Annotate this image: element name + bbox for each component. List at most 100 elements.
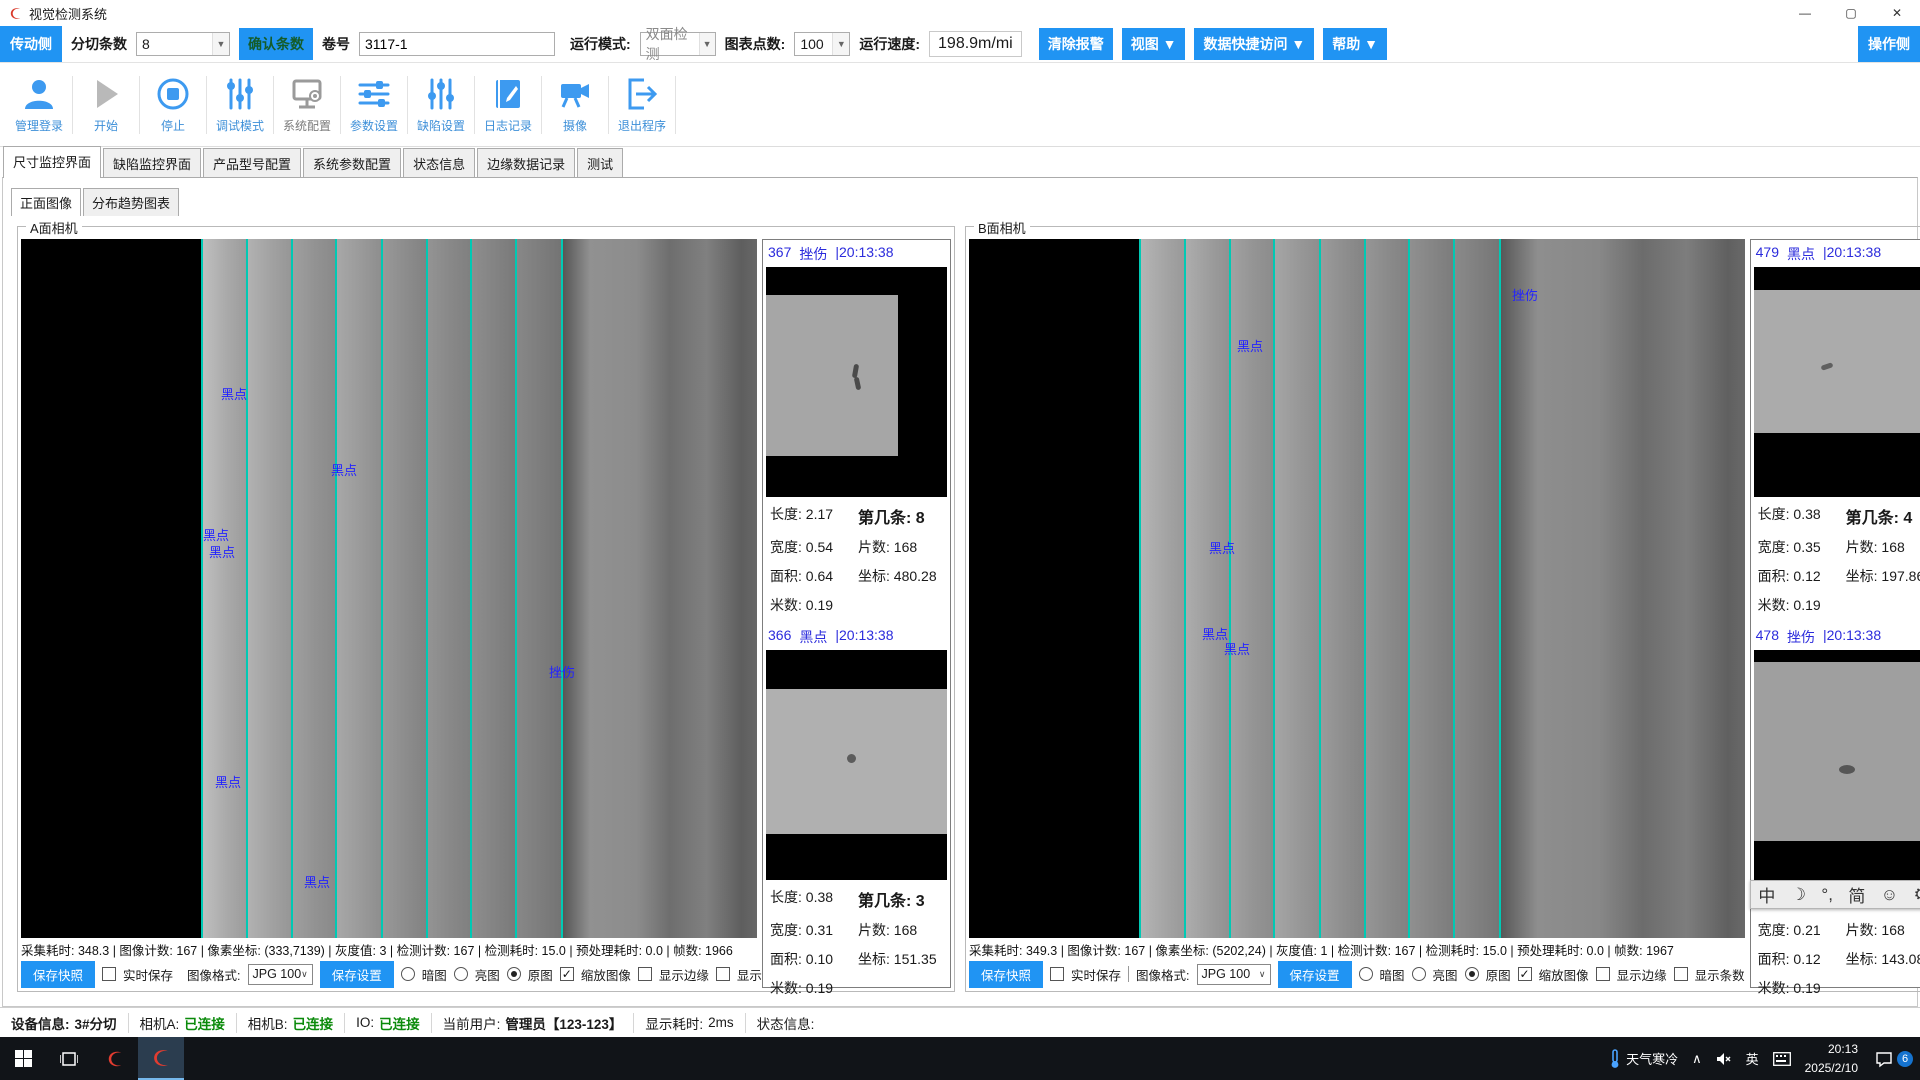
log-record-button[interactable]: 日志记录 xyxy=(475,76,541,134)
save-settings-button[interactable]: 保存设置 xyxy=(1278,961,1352,988)
save-snapshot-button[interactable]: 保存快照 xyxy=(969,961,1043,988)
slit-count-select[interactable]: 8 ▼ xyxy=(136,32,230,56)
defect-annotation: 黑点 xyxy=(215,772,241,791)
horizontal-sliders-icon xyxy=(356,76,392,112)
show-edge-label: 显示边缘 xyxy=(659,965,709,984)
ime-language-indicator[interactable]: 英 xyxy=(1739,1037,1766,1080)
display-time-value: 2ms xyxy=(708,1015,734,1030)
realtime-save-checkbox[interactable] xyxy=(1050,967,1064,981)
weather-text: 天气寒冷 xyxy=(1626,1049,1678,1068)
realtime-save-checkbox[interactable] xyxy=(102,967,116,981)
ime-lang-toggle[interactable]: 中 xyxy=(1758,882,1775,907)
view-menu-button[interactable]: 视图 ▼ xyxy=(1122,28,1186,60)
show-count-checkbox[interactable] xyxy=(1674,967,1688,981)
defect-type: 黑点 xyxy=(1787,244,1815,264)
subtab-front-image[interactable]: 正面图像 xyxy=(11,188,81,216)
tab-product-model[interactable]: 产品型号配置 xyxy=(203,148,301,178)
admin-login-button[interactable]: 管理登录 xyxy=(6,76,72,134)
taskbar-clock[interactable]: 20:13 2025/2/10 xyxy=(1798,1037,1868,1080)
operator-side-button[interactable]: 操作侧 xyxy=(1858,26,1920,62)
defect-thumbnail xyxy=(1754,267,1920,497)
minimize-button[interactable]: — xyxy=(1782,0,1828,26)
show-count-label: 显示条数 xyxy=(1695,965,1745,984)
bright-image-radio[interactable] xyxy=(454,967,468,981)
notification-center-button[interactable]: 6 xyxy=(1868,1037,1920,1080)
title-bar: 视觉检测系统 — ▢ ✕ xyxy=(0,0,1920,26)
drive-side-button[interactable]: 传动侧 xyxy=(0,26,62,62)
scale-image-checkbox[interactable] xyxy=(560,967,574,981)
image-format-select[interactable]: JPG 100∨ xyxy=(248,964,313,985)
taskbar-app-icon[interactable] xyxy=(92,1037,138,1080)
chevron-down-icon: ∨ xyxy=(301,969,312,980)
tab-size-monitor[interactable]: 尺寸监控界面 xyxy=(3,146,101,178)
show-edge-checkbox[interactable] xyxy=(638,967,652,981)
roll-number-input[interactable] xyxy=(359,32,555,56)
defect-annotation: 挫伤 xyxy=(549,662,575,681)
system-config-button[interactable]: 系统配置 xyxy=(274,76,340,134)
chart-points-select[interactable]: 100 ▼ xyxy=(794,32,850,56)
volume-muted-button[interactable] xyxy=(1709,1037,1739,1080)
original-image-radio[interactable] xyxy=(1465,967,1479,981)
tab-status-info[interactable]: 状态信息 xyxy=(403,148,475,178)
help-menu-button[interactable]: 帮助 ▼ xyxy=(1323,28,1387,60)
dark-image-radio[interactable] xyxy=(401,967,415,981)
start-button[interactable] xyxy=(0,1037,46,1080)
subtab-trend-chart[interactable]: 分布趋势图表 xyxy=(83,188,179,216)
defect-settings-button[interactable]: 缺陷设置 xyxy=(408,76,474,134)
defect-stats: 长度: 0.38 第几条: 3 宽度: 0.31 片数: 168 面积: 0.1… xyxy=(766,880,947,1000)
dark-image-radio[interactable] xyxy=(1359,967,1373,981)
exit-icon xyxy=(624,76,660,112)
defect-header: 479 黑点 |20:13:38 xyxy=(1754,242,1920,267)
display-time-label: 显示耗时: xyxy=(645,1013,703,1033)
camera-b-conn-label: 相机B: xyxy=(248,1013,288,1033)
scale-image-checkbox[interactable] xyxy=(1518,967,1532,981)
defect-time: |20:13:38 xyxy=(835,627,893,647)
original-image-radio[interactable] xyxy=(507,967,521,981)
ime-emoji-icon[interactable]: ☺ xyxy=(1881,885,1898,905)
camera-b-defect-list: 479 黑点 |20:13:38 长度: 0.38 第几条: 4 宽度: 0.3… xyxy=(1750,239,1920,988)
start-button[interactable]: 开始 xyxy=(73,76,139,134)
exit-program-button[interactable]: 退出程序 xyxy=(609,76,675,134)
defect-thumbnail xyxy=(766,267,947,497)
ime-settings-icon[interactable]: ⚙ xyxy=(1914,885,1920,905)
defect-block: 366 黑点 |20:13:38 长度: 0.38 第几条: 3 宽度: 0.3… xyxy=(766,625,947,1000)
ime-punctuation-icon[interactable]: °, xyxy=(1821,885,1833,905)
tab-test[interactable]: 测试 xyxy=(577,148,623,178)
defect-type: 挫伤 xyxy=(1787,627,1815,647)
tray-expand-button[interactable]: ∧ xyxy=(1685,1037,1709,1080)
image-format-select[interactable]: JPG 100∨ xyxy=(1197,964,1271,985)
defect-header: 478 挫伤 |20:13:38 xyxy=(1754,625,1920,650)
stop-button[interactable]: 停止 xyxy=(140,76,206,134)
weather-widget[interactable]: 天气寒冷 xyxy=(1601,1037,1685,1080)
taskbar-app-icon-active[interactable] xyxy=(138,1037,184,1080)
tab-defect-monitor[interactable]: 缺陷监控界面 xyxy=(103,148,201,178)
save-snapshot-button[interactable]: 保存快照 xyxy=(21,961,95,988)
tab-system-params[interactable]: 系统参数配置 xyxy=(303,148,401,178)
ime-moon-icon[interactable]: ☽ xyxy=(1791,885,1806,905)
bright-image-radio[interactable] xyxy=(1412,967,1426,981)
run-mode-select[interactable]: 双面检测 ▼ xyxy=(640,32,716,56)
data-quick-access-button[interactable]: 数据快捷访问 ▼ xyxy=(1194,28,1314,60)
task-view-button[interactable] xyxy=(46,1037,92,1080)
task-view-icon xyxy=(60,1050,78,1068)
clear-alarm-button[interactable]: 清除报警 xyxy=(1039,28,1113,60)
show-count-checkbox[interactable] xyxy=(716,967,730,981)
defect-id: 366 xyxy=(768,627,791,647)
main-tab-bar: 尺寸监控界面 缺陷监控界面 产品型号配置 系统参数配置 状态信息 边缘数据记录 … xyxy=(0,147,1920,178)
chart-points-label: 图表点数: xyxy=(725,34,786,54)
chevron-down-icon: ▼ xyxy=(699,33,715,55)
camera-b-panel: B面相机 xyxy=(965,226,1920,992)
debug-mode-button[interactable]: 调试模式 xyxy=(207,76,273,134)
close-button[interactable]: ✕ xyxy=(1874,0,1920,26)
touch-keyboard-button[interactable] xyxy=(1766,1037,1798,1080)
capture-button[interactable]: 摄像 xyxy=(542,76,608,134)
maximize-button[interactable]: ▢ xyxy=(1828,0,1874,26)
show-edge-checkbox[interactable] xyxy=(1596,967,1610,981)
confirm-count-button[interactable]: 确认条数 xyxy=(239,28,313,60)
param-settings-button[interactable]: 参数设置 xyxy=(341,76,407,134)
tab-edge-data[interactable]: 边缘数据记录 xyxy=(477,148,575,178)
show-edge-label: 显示边缘 xyxy=(1617,965,1667,984)
save-settings-button[interactable]: 保存设置 xyxy=(320,961,394,988)
log-book-icon xyxy=(490,76,526,112)
ime-simplified-icon[interactable]: 简 xyxy=(1848,882,1865,907)
